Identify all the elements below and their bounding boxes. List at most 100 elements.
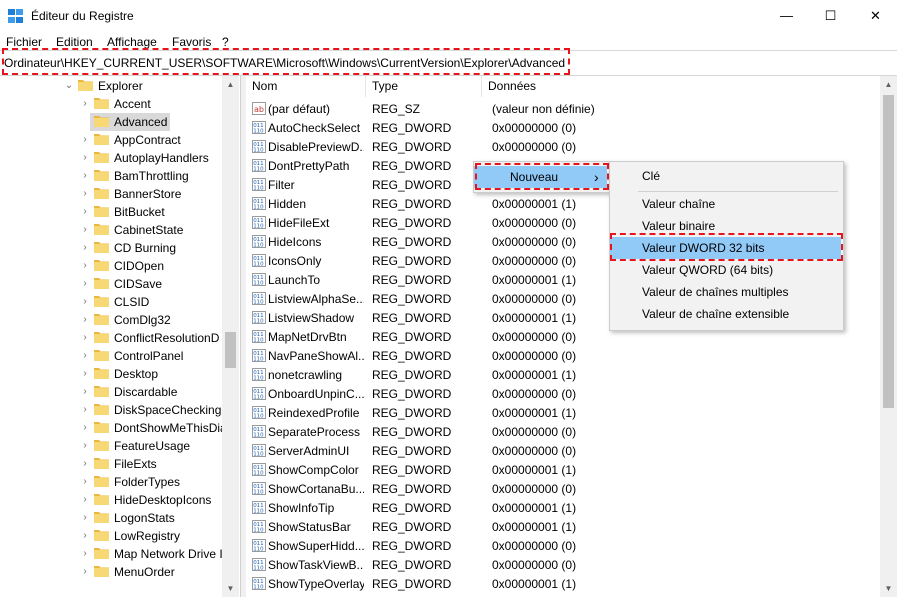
tree-item[interactable]: › ConflictResolutionD (0, 329, 222, 347)
maximize-button[interactable]: ☐ (808, 0, 853, 32)
submenu-item[interactable]: Valeur chaîne (610, 193, 841, 215)
tree-item[interactable]: › FolderTypes (0, 473, 222, 491)
chevron-right-icon[interactable]: › (80, 386, 90, 398)
chevron-right-icon[interactable]: › (80, 206, 90, 218)
menu-affichage[interactable]: Affichage (107, 35, 157, 49)
submenu-item-cle[interactable]: Clé (610, 165, 841, 187)
chevron-right-icon[interactable]: › (80, 566, 90, 578)
tree-item[interactable]: › Discardable (0, 383, 222, 401)
value-row[interactable]: 011 110 ShowStatusBar REG_DWORD 0x00000001 (… (246, 517, 879, 536)
chevron-right-icon[interactable]: › (80, 188, 90, 200)
tree-item[interactable]: › FileExts (0, 455, 222, 473)
tree-item[interactable]: › CabinetState (0, 221, 222, 239)
tree-item[interactable]: › ComDlg32 (0, 311, 222, 329)
chevron-right-icon[interactable]: › (80, 440, 90, 452)
chevron-right-icon[interactable]: › (80, 314, 90, 326)
tree-scroll-down-icon[interactable]: ▼ (222, 580, 239, 597)
menu-favoris[interactable]: Favoris (172, 35, 211, 49)
value-row[interactable]: 011 110 AutoCheckSelect REG_DWORD 0x00000000… (246, 118, 879, 137)
tree-item[interactable]: › MenuOrder (0, 563, 222, 581)
value-row[interactable]: 011 110 nonetcrawling REG_DWORD 0x00000001 (… (246, 365, 879, 384)
tree-item[interactable]: › FeatureUsage (0, 437, 222, 455)
tree-item[interactable]: › BitBucket (0, 203, 222, 221)
chevron-right-icon[interactable]: › (80, 170, 90, 182)
column-header-type[interactable]: Type (366, 76, 482, 97)
values-scrollbar[interactable]: ▲ ▼ (880, 76, 897, 597)
value-row[interactable]: 011 110 ReindexedProfile REG_DWORD 0x0000000… (246, 403, 879, 422)
tree-item[interactable]: › Map Network Drive I (0, 545, 222, 563)
chevron-right-icon[interactable]: › (80, 422, 90, 434)
tree-item[interactable]: › BannerStore (0, 185, 222, 203)
value-row[interactable]: 011 110 ShowInfoTip REG_DWORD 0x00000001 (1) (246, 498, 879, 517)
chevron-right-icon[interactable]: › (80, 260, 90, 272)
tree-item[interactable]: › DontShowMeThisDia (0, 419, 226, 437)
tree-item[interactable]: › DiskSpaceChecking (0, 401, 222, 419)
value-row[interactable]: 011 110 ShowSuperHidd... REG_DWORD 0x0000000… (246, 536, 879, 555)
tree-item[interactable]: › BamThrottling (0, 167, 222, 185)
value-row[interactable]: 011 110 OnboardUnpinC... REG_DWORD 0x0000000… (246, 384, 879, 403)
tree-item[interactable]: ⌄ Explorer (0, 77, 222, 95)
column-header-data[interactable]: Données (482, 76, 879, 97)
chevron-right-icon[interactable]: › (80, 530, 90, 542)
chevron-right-icon[interactable]: › (80, 98, 90, 110)
tree-item[interactable]: › AutoplayHandlers (0, 149, 222, 167)
chevron-right-icon[interactable]: › (80, 548, 90, 560)
chevron-right-icon[interactable]: › (80, 350, 90, 362)
chevron-down-icon[interactable]: ⌄ (64, 80, 74, 92)
tree-scroll-thumb[interactable] (225, 332, 236, 368)
tree-item[interactable]: › CLSID (0, 293, 222, 311)
tree-item[interactable]: ›Advanced (90, 113, 170, 131)
chevron-right-icon[interactable]: › (80, 512, 90, 524)
submenu-item[interactable]: Valeur QWORD (64 bits) (610, 259, 841, 281)
tree-item[interactable]: › CIDSave (0, 275, 222, 293)
tree-item[interactable]: › AppContract (0, 131, 222, 149)
key-tree[interactable]: ⌄Explorer›Accent›Advanced›AppContract›Au… (0, 76, 239, 597)
chevron-right-icon[interactable]: › (80, 494, 90, 506)
value-row[interactable]: 011 110 NavPaneShowAl... REG_DWORD 0x0000000… (246, 346, 879, 365)
values-scroll-down-icon[interactable]: ▼ (880, 580, 897, 597)
value-row[interactable]: 011 110 ServerAdminUI REG_DWORD 0x00000000 (… (246, 441, 879, 460)
chevron-right-icon[interactable]: › (80, 152, 90, 164)
menu-fichier[interactable]: Fichier (6, 35, 42, 49)
value-row[interactable]: 011 110 DisablePreviewD... REG_DWORD 0x00000… (246, 137, 879, 156)
close-button[interactable]: ✕ (853, 0, 898, 32)
submenu-item[interactable]: Valeur de chaînes multiples (610, 281, 841, 303)
values-list[interactable]: Nom Type Données ab (par défaut) REG_SZ (va… (246, 76, 879, 597)
chevron-right-icon[interactable]: › (80, 134, 90, 146)
submenu-item[interactable]: Valeur de chaîne extensible (610, 303, 841, 325)
menu-help[interactable]: ? (222, 35, 229, 49)
chevron-right-icon[interactable]: › (80, 278, 90, 290)
values-scroll-up-icon[interactable]: ▲ (880, 76, 897, 93)
chevron-right-icon[interactable]: › (80, 404, 90, 416)
chevron-right-icon[interactable]: › (80, 296, 90, 308)
tree-scrollbar[interactable]: ▲ ▼ (222, 76, 239, 597)
menu-item-nouveau[interactable]: Nouveau › (474, 166, 607, 188)
address-bar[interactable]: Ordinateur\HKEY_CURRENT_USER\SOFTWARE\Mi… (0, 50, 897, 76)
tree-item[interactable]: › Desktop (0, 365, 222, 383)
tree-item[interactable]: › CD Burning (0, 239, 222, 257)
submenu-item[interactable]: Valeur DWORD 32 bits (610, 237, 841, 259)
chevron-right-icon[interactable]: › (80, 476, 90, 488)
submenu-item[interactable]: Valeur binaire (610, 215, 841, 237)
tree-item[interactable]: › Accent (0, 95, 222, 113)
value-row[interactable]: 011 110 ShowTaskViewB... REG_DWORD 0x0000000… (246, 555, 879, 574)
value-row[interactable]: 011 110 ShowTypeOverlay REG_DWORD 0x00000001… (246, 574, 879, 593)
tree-item[interactable]: › CIDOpen (0, 257, 222, 275)
values-scroll-thumb[interactable] (883, 95, 894, 408)
address-path[interactable]: Ordinateur\HKEY_CURRENT_USER\SOFTWARE\Mi… (4, 56, 565, 70)
value-row[interactable]: 011 110 ShowCortanaBu... REG_DWORD 0x0000000… (246, 479, 879, 498)
chevron-right-icon[interactable]: › (80, 368, 90, 380)
minimize-button[interactable]: — (764, 0, 809, 32)
value-row[interactable]: 011 110 SeparateProcess REG_DWORD 0x00000000… (246, 422, 879, 441)
value-row[interactable]: ab (par défaut) REG_SZ (valeur non définie) (246, 99, 879, 118)
chevron-right-icon[interactable]: › (80, 332, 90, 344)
tree-item[interactable]: › HideDesktopIcons (0, 491, 222, 509)
chevron-right-icon[interactable]: › (80, 224, 90, 236)
tree-item[interactable]: › ControlPanel (0, 347, 222, 365)
tree-item[interactable]: › LogonStats (0, 509, 222, 527)
value-row[interactable]: 011 110 ShowCompColor REG_DWORD 0x00000001 (… (246, 460, 879, 479)
tree-item[interactable]: › LowRegistry (0, 527, 222, 545)
menu-edition[interactable]: Edition (56, 35, 93, 49)
chevron-right-icon[interactable]: › (80, 458, 90, 470)
column-header-name[interactable]: Nom (246, 76, 366, 97)
